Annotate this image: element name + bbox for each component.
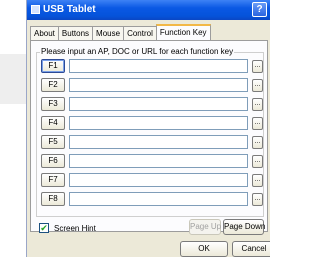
f2-button[interactable]: F2: [41, 78, 65, 92]
function-key-row-f1: F1 ...: [41, 59, 263, 73]
function-key-row-f4: F4 ...: [41, 116, 263, 130]
f3-button[interactable]: F3: [41, 97, 65, 111]
f1-browse-button[interactable]: ...: [252, 60, 263, 73]
background-panel: [0, 0, 26, 257]
f2-path-field[interactable]: [69, 78, 248, 92]
f3-browse-button[interactable]: ...: [252, 98, 263, 111]
tab-strip: About Buttons Mouse Control Function Key: [30, 24, 211, 40]
f7-button[interactable]: F7: [41, 173, 65, 187]
screen-hint-label: Screen Hint: [54, 224, 96, 233]
function-key-group: Please input an AP, DOC or URL for each …: [36, 47, 264, 217]
function-key-row-f5: F5 ...: [41, 135, 263, 149]
tab-buttons[interactable]: Buttons: [57, 26, 94, 40]
tab-mouse[interactable]: Mouse: [92, 26, 125, 40]
f6-browse-button[interactable]: ...: [252, 155, 263, 168]
function-key-row-f6: F6 ...: [41, 154, 263, 168]
page-down-button[interactable]: Page Down: [223, 219, 265, 235]
page-up-button[interactable]: Page Up: [189, 219, 221, 235]
f5-button[interactable]: F5: [41, 135, 65, 149]
window-title: USB Tablet: [43, 4, 96, 15]
f6-path-field[interactable]: [69, 154, 248, 168]
usb-tablet-dialog: USB Tablet ? About Buttons Mouse Control…: [26, 0, 270, 257]
f8-path-field[interactable]: [69, 192, 248, 206]
ok-button[interactable]: OK: [180, 241, 228, 257]
tab-control[interactable]: Control: [123, 26, 157, 40]
help-button[interactable]: ?: [252, 2, 267, 17]
tab-function-key[interactable]: Function Key: [155, 24, 211, 40]
f6-button[interactable]: F6: [41, 154, 65, 168]
f8-browse-button[interactable]: ...: [252, 193, 263, 206]
f2-browse-button[interactable]: ...: [252, 79, 263, 92]
f4-button[interactable]: F4: [41, 116, 65, 130]
cancel-button[interactable]: Cancel: [232, 241, 270, 257]
tab-about[interactable]: About: [30, 26, 59, 40]
function-key-row-f7: F7 ...: [41, 173, 263, 187]
f7-path-field[interactable]: [69, 173, 248, 187]
f3-path-field[interactable]: [69, 97, 248, 111]
f4-browse-button[interactable]: ...: [252, 117, 263, 130]
f5-browse-button[interactable]: ...: [252, 136, 263, 149]
title-bar[interactable]: USB Tablet ?: [27, 0, 270, 20]
f1-path-field[interactable]: [69, 59, 248, 73]
f7-browse-button[interactable]: ...: [252, 174, 263, 187]
background-shade: [0, 54, 26, 104]
screen-hint-checkbox[interactable]: ✔: [39, 223, 49, 233]
function-key-panel: Please input an AP, DOC or URL for each …: [30, 40, 268, 235]
function-key-row-f2: F2 ...: [41, 78, 263, 92]
f1-button[interactable]: F1: [41, 59, 65, 73]
window-icon: [31, 5, 40, 14]
function-key-row-f3: F3 ...: [41, 97, 263, 111]
function-key-row-f8: F8 ...: [41, 192, 263, 206]
f4-path-field[interactable]: [69, 116, 248, 130]
group-legend: Please input an AP, DOC or URL for each …: [40, 47, 235, 57]
f5-path-field[interactable]: [69, 135, 248, 149]
f8-button[interactable]: F8: [41, 192, 65, 206]
